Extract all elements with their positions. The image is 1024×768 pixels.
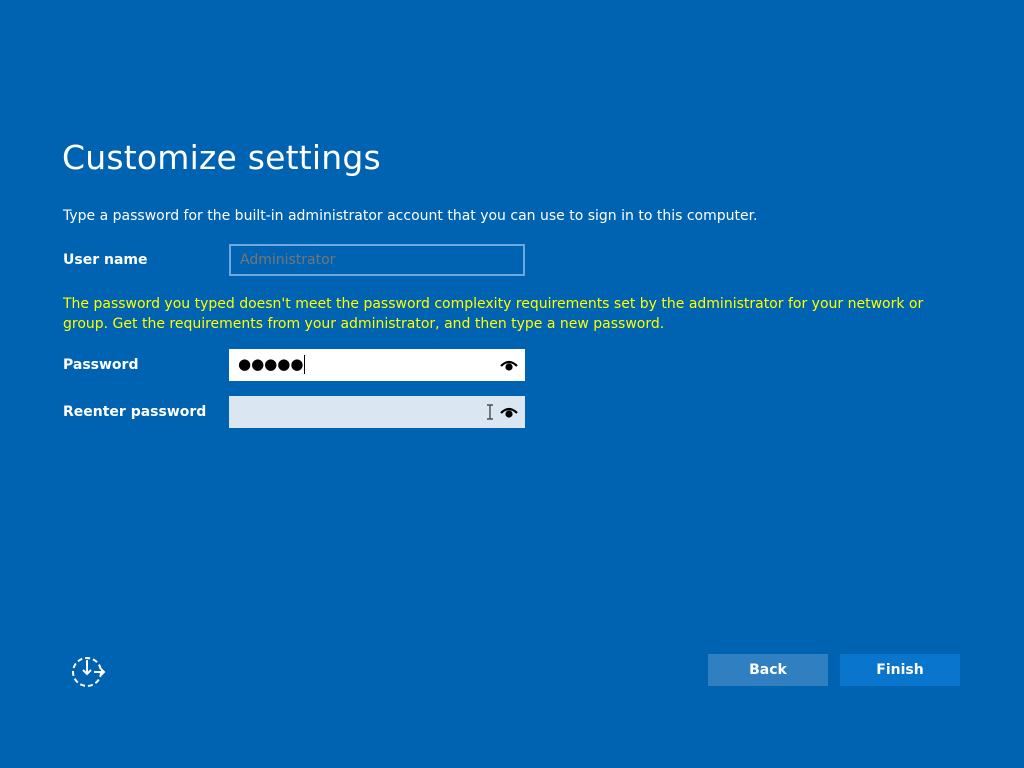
username-label: User name xyxy=(63,252,148,268)
page-description: Type a password for the built-in adminis… xyxy=(63,208,758,224)
password-field[interactable]: ●●●●● xyxy=(229,349,525,381)
password-warning-message: The password you typed doesn't meet the … xyxy=(63,296,924,332)
back-button[interactable]: Back xyxy=(708,654,828,686)
page-title: Customize settings xyxy=(62,138,381,177)
reveal-password-icon[interactable] xyxy=(500,404,518,420)
reenter-password-field[interactable] xyxy=(229,396,525,428)
password-value: ●●●●● xyxy=(238,355,306,374)
text-caret xyxy=(304,355,306,374)
reveal-password-icon[interactable] xyxy=(500,357,518,373)
text-cursor-icon xyxy=(487,404,493,420)
ease-of-access-icon[interactable] xyxy=(70,654,106,688)
password-masked-text: ●●●●● xyxy=(238,355,304,373)
setup-page: Customize settings Type a password for t… xyxy=(0,0,1024,768)
username-input[interactable] xyxy=(231,246,523,274)
username-field[interactable] xyxy=(229,244,525,276)
reenter-password-label: Reenter password xyxy=(63,404,207,420)
finish-button[interactable]: Finish xyxy=(840,654,960,686)
password-label: Password xyxy=(63,357,139,373)
